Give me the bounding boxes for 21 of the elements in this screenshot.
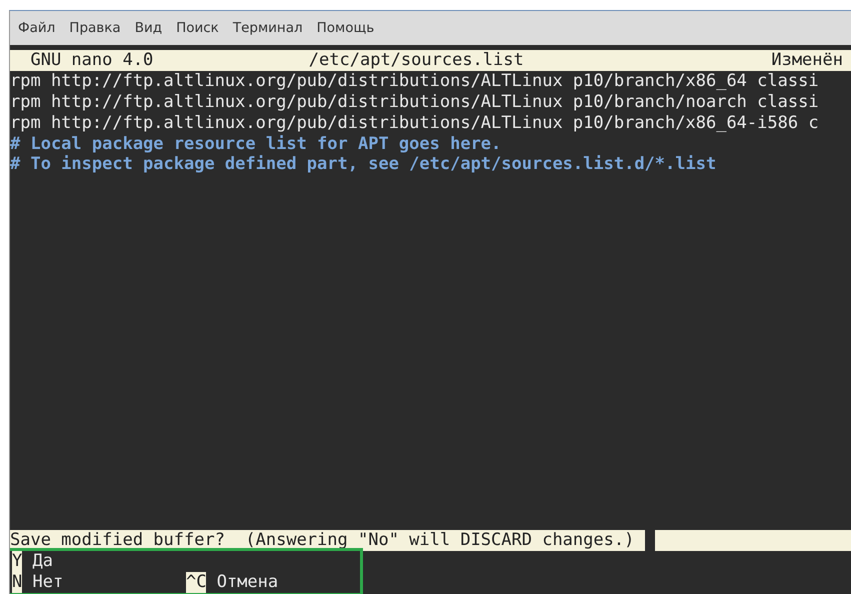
comment-line: # Local package resource list for APT goes here. — [10, 134, 502, 154]
menu-item[interactable]: Файл — [18, 20, 56, 36]
shortcut-label: Да — [32, 551, 53, 572]
menu-item[interactable]: Поиск — [176, 20, 219, 36]
code-line: rpm http://ftp.altlinux.org/pub/distributions/ALTLinux p10/branch/x86_64-i586 c — [10, 112, 819, 133]
menu-item[interactable]: Вид — [134, 20, 162, 36]
app-version: GNU nano 4.0 — [30, 50, 154, 71]
menu-item[interactable]: Помощь — [316, 20, 374, 36]
prompt-text: Save modified buffer? (Answering "No" will DISCARD changes.) — [10, 530, 634, 552]
code-line: rpm http://ftp.altlinux.org/pub/distributions/ALTLinux p10/branch/x86_64 classi — [10, 70, 819, 91]
shortcut-key: N — [12, 572, 22, 594]
code-line: rpm http://ftp.altlinux.org/pub/distributions/ALTLinux p10/branch/noarch classi — [10, 92, 819, 112]
modified-status: Изменён — [771, 50, 843, 71]
menu-item[interactable]: Правка — [69, 20, 121, 36]
shortcut-key: Y — [12, 551, 22, 572]
shortcut-key: ^C — [186, 572, 206, 594]
shortcut-label: Нет — [32, 572, 64, 594]
file-name: /etc/apt/sources.list — [308, 50, 524, 70]
shortcut-label: Отмена — [216, 572, 278, 594]
comment-line: # To inspect package defined part, see /etc/apt/sources.list.d/*.list — [10, 154, 716, 174]
menu-item[interactable]: Терминал — [232, 20, 303, 36]
